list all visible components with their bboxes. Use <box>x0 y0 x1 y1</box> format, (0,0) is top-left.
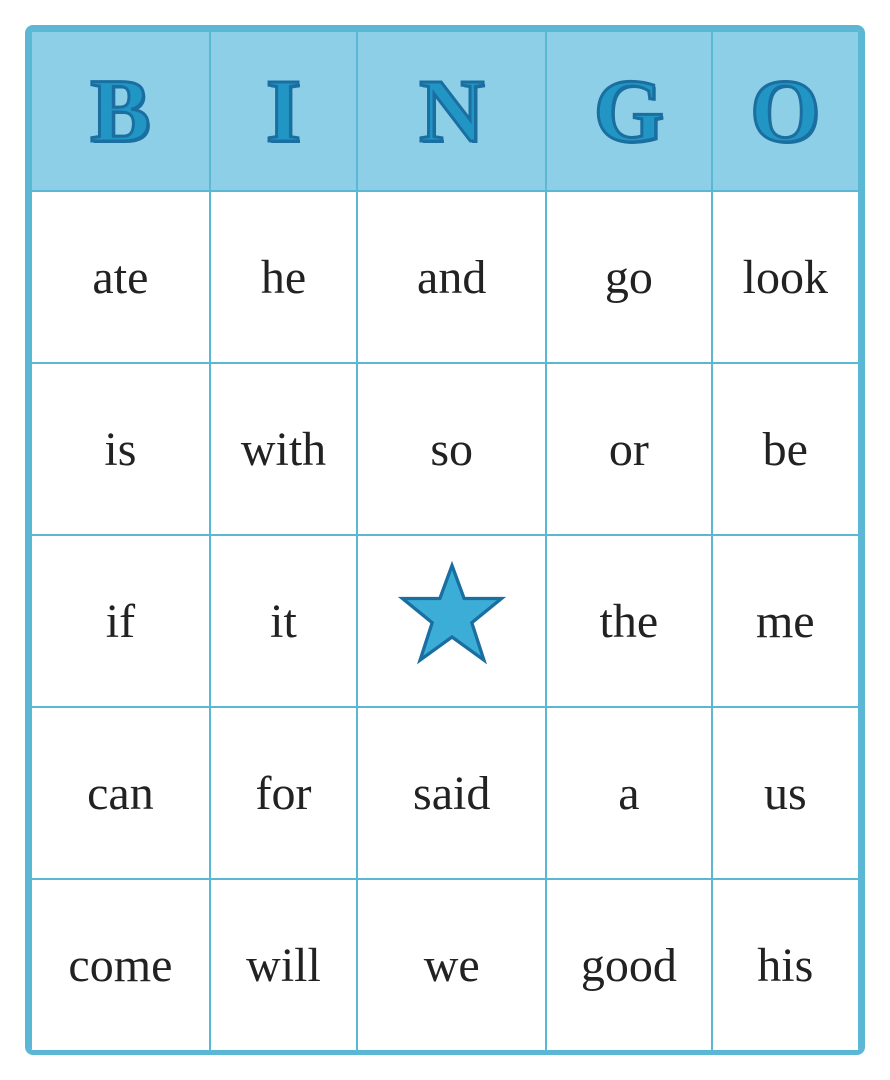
header-b: B <box>31 31 210 191</box>
letter-i: I <box>266 60 301 163</box>
table-row[interactable]: ateheandgolook <box>31 191 859 363</box>
cell-r4-c3[interactable]: good <box>546 879 711 1051</box>
bingo-card: B I N G O ateheandgolookiswithsoorbeifit <box>25 25 865 1055</box>
cell-r4-c1[interactable]: will <box>210 879 357 1051</box>
cell-r3-c2[interactable]: said <box>357 707 546 879</box>
letter-b: B <box>90 60 150 163</box>
cell-r4-c4[interactable]: his <box>712 879 859 1051</box>
table-row[interactable]: comewillwegoodhis <box>31 879 859 1051</box>
cell-r2-c4[interactable]: me <box>712 535 859 707</box>
cell-r2-c0[interactable]: if <box>31 535 210 707</box>
cell-r3-c1[interactable]: for <box>210 707 357 879</box>
cell-r0-c0[interactable]: ate <box>31 191 210 363</box>
table-row[interactable]: ifit theme <box>31 535 859 707</box>
header-o: O <box>712 31 859 191</box>
cell-r4-c0[interactable]: come <box>31 879 210 1051</box>
letter-n: N <box>419 60 484 163</box>
header-row: B I N G O <box>31 31 859 191</box>
bingo-body: ateheandgolookiswithsoorbeifit themecanf… <box>31 191 859 1051</box>
cell-r3-c3[interactable]: a <box>546 707 711 879</box>
cell-r0-c3[interactable]: go <box>546 191 711 363</box>
table-row[interactable]: canforsaidaus <box>31 707 859 879</box>
cell-r1-c3[interactable]: or <box>546 363 711 535</box>
cell-r2-c2[interactable] <box>357 535 546 707</box>
letter-g: G <box>594 60 664 163</box>
header-g: G <box>546 31 711 191</box>
cell-r1-c4[interactable]: be <box>712 363 859 535</box>
header-n: N <box>357 31 546 191</box>
cell-r2-c3[interactable]: the <box>546 535 711 707</box>
header-i: I <box>210 31 357 191</box>
cell-r1-c0[interactable]: is <box>31 363 210 535</box>
cell-r0-c2[interactable]: and <box>357 191 546 363</box>
free-star-icon <box>397 560 507 670</box>
cell-r4-c2[interactable]: we <box>357 879 546 1051</box>
letter-o: O <box>750 60 820 163</box>
cell-r1-c1[interactable]: with <box>210 363 357 535</box>
cell-r3-c4[interactable]: us <box>712 707 859 879</box>
cell-r1-c2[interactable]: so <box>357 363 546 535</box>
cell-r3-c0[interactable]: can <box>31 707 210 879</box>
cell-r2-c1[interactable]: it <box>210 535 357 707</box>
bingo-table: B I N G O ateheandgolookiswithsoorbeifit <box>30 30 860 1052</box>
table-row[interactable]: iswithsoorbe <box>31 363 859 535</box>
cell-r0-c4[interactable]: look <box>712 191 859 363</box>
cell-r0-c1[interactable]: he <box>210 191 357 363</box>
